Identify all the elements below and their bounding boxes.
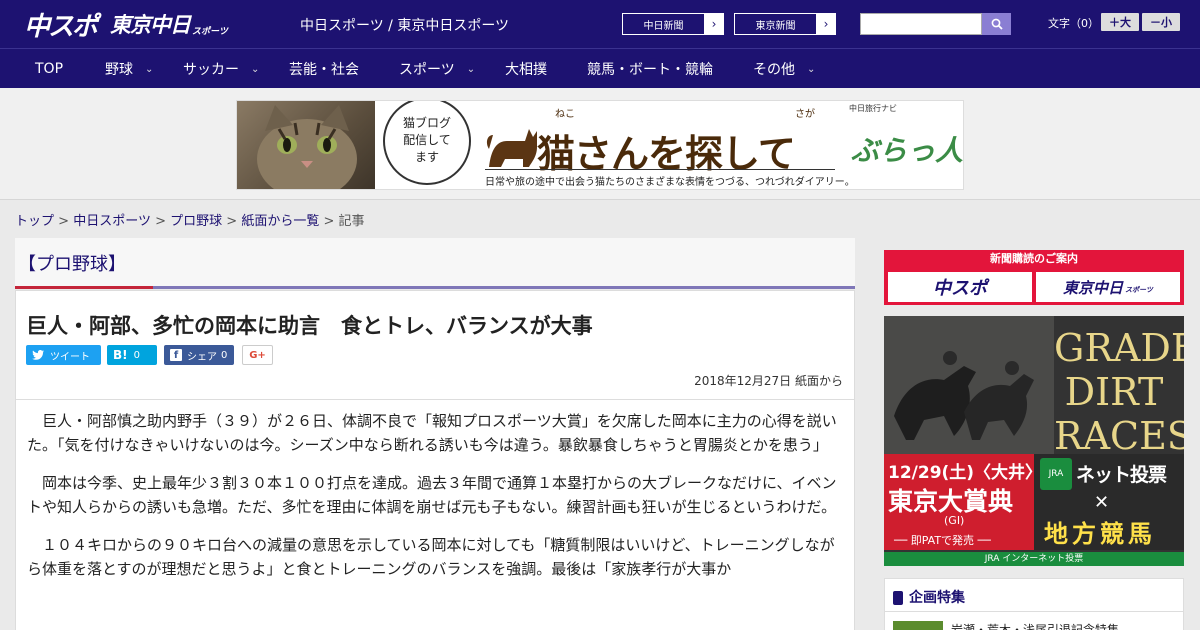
subscribe-tokyo-chunichi[interactable]: 東京中日 スポーツ <box>1036 272 1180 302</box>
nav-item-soccer[interactable]: サッカー ⌄ <box>183 49 259 89</box>
feature-heading: 企画特集 <box>893 587 965 607</box>
nav-item-entertainment[interactable]: 芸能・社会 <box>289 49 359 89</box>
hatena-bookmark-button[interactable]: B! 0 <box>107 345 157 365</box>
site-header: 中スポ 東京中日 スポーツ 中日スポーツ / 東京中日スポーツ 中日新聞 › 東… <box>0 0 1200 48</box>
chevron-down-icon: ⌄ <box>145 63 154 75</box>
tokyo-daishoten-panel: 12/29(土)〈大井〉 東京大賞典 (GI) ── 即PATで発売 ── <box>884 454 1042 550</box>
article: 巨人・阿部、多忙の岡本に助言 食とトレ、バランスが大事 ツイート B! 0 f … <box>15 290 855 630</box>
tweet-button[interactable]: ツイート <box>26 345 101 365</box>
banner-brand: ぶらっ人 <box>851 134 964 167</box>
subscription-banner[interactable]: 新聞購読のご案内 中スポ 東京中日 スポーツ <box>884 250 1184 305</box>
search-icon <box>991 18 1003 30</box>
font-size-decrease-button[interactable]: －小 <box>1142 13 1180 31</box>
breadcrumb-chunichi-sports[interactable]: 中日スポーツ <box>73 214 151 229</box>
cat-photo <box>237 101 375 189</box>
article-title: 巨人・阿部、多忙の岡本に助言 食とトレ、バランスが大事 <box>26 314 593 338</box>
cat-silhouette-icon <box>486 129 537 167</box>
cat-blog-banner-ad[interactable]: 猫ブログ 配信して ます ねこ さが 猫さんを探して 日常や旅の途中で出会う猫た… <box>236 100 964 190</box>
category-label: 【プロ野球】 <box>18 254 126 275</box>
banner-brand-small: 中日旅行ナビ <box>849 104 897 113</box>
chevron-down-icon: ⌄ <box>807 63 816 75</box>
facebook-share-button[interactable]: f シェア 0 <box>164 345 234 365</box>
cat-face-image <box>257 105 357 189</box>
jra-net-vote-footer: JRA インターネット投票 <box>884 552 1184 566</box>
subscribe-chunichi-sports[interactable]: 中スポ <box>888 272 1032 302</box>
logo-tokyo-chunichi: 東京中日 <box>110 13 191 37</box>
nav-item-sumo[interactable]: 大相撲 <box>505 49 547 89</box>
search-button[interactable] <box>982 13 1011 35</box>
feature-thumbnail[interactable] <box>893 621 943 630</box>
facebook-icon: f <box>170 349 182 361</box>
nav-item-top[interactable]: TOP <box>35 49 63 89</box>
breadcrumb-paper-list[interactable]: 紙面から一覧 <box>241 214 319 229</box>
article-paragraph: 岡本は今季、史上最年少３割３０本１００打点を達成。過去３年間で通算１本塁打からの… <box>27 474 837 516</box>
logo-chunichi-sports: 中スポ <box>24 11 98 42</box>
font-size-increase-button[interactable]: ＋大 <box>1101 13 1139 31</box>
subscription-heading: 新聞購読のご案内 <box>990 252 1078 265</box>
feature-section: 企画特集 岩瀬・荒木・浅尾引退記念特集 <box>884 578 1184 630</box>
arrow-right-icon: › <box>817 14 835 34</box>
arrow-right-icon: › <box>705 14 723 34</box>
ruby-neko: ねこ <box>555 109 575 120</box>
banner-subtitle: 日常や旅の途中で出会う猫たちのさまざまな表情をつづる、つれづれダイアリー。 <box>485 177 855 188</box>
feature-divider <box>885 611 1183 612</box>
site-logo[interactable]: 中スポ 東京中日 スポーツ <box>24 6 228 42</box>
jra-logo: JRA <box>1040 458 1072 490</box>
nav-item-racing[interactable]: 競馬・ボート・競輪 <box>587 49 713 89</box>
search-input[interactable] <box>860 13 982 35</box>
article-paragraph: １０４キロからの９０キロ台への減量の意思を示している岡本に対しても「糖質制限はい… <box>27 536 835 578</box>
twitter-icon <box>32 350 44 360</box>
article-paragraph: 巨人・阿部慎之助内野手（３９）が２６日、体調不良で「報知プロスポーツ大賞」を欠席… <box>27 412 837 454</box>
cross-icon: ✕ <box>1094 492 1110 513</box>
article-date: 2018年12月27日 紙面から <box>694 374 843 388</box>
cat-blog-bubble: 猫ブログ 配信して ます <box>383 101 471 185</box>
chunichi-shimbun-link[interactable]: 中日新聞 › <box>622 13 724 35</box>
breadcrumb-current: 記事 <box>338 214 365 229</box>
feature-link[interactable]: 岩瀬・荒木・浅尾引退記念特集 <box>951 621 1119 630</box>
net-vote-panel: JRA ネット投票 ✕ 地方競馬 <box>1034 454 1184 550</box>
hatena-icon: B! <box>113 348 128 362</box>
logo-sports-small: スポーツ <box>192 26 228 37</box>
search-form <box>860 13 1011 35</box>
graded-dirt-races-title: GRADED DIRT RACES <box>1054 326 1184 458</box>
category-heading: 【プロ野球】 <box>15 238 855 289</box>
nav-item-baseball[interactable]: 野球 ⌄ <box>105 49 153 89</box>
chevron-down-icon: ⌄ <box>466 63 476 75</box>
ruby-saga: さが <box>795 109 815 120</box>
jra-race-ad[interactable]: GRADED DIRT RACES 12/29(土)〈大井〉 東京大賞典 (GI… <box>884 316 1184 566</box>
category-underline-accent <box>15 286 153 289</box>
category-underline <box>153 286 855 289</box>
breadcrumb: トップ > 中日スポーツ > プロ野球 > 紙面から一覧 > 記事 <box>15 214 365 229</box>
article-divider <box>16 399 854 400</box>
chevron-down-icon: ⌄ <box>251 63 260 75</box>
tokyo-shimbun-link[interactable]: 東京新聞 › <box>734 13 836 35</box>
nav-item-sports[interactable]: スポーツ ⌄ <box>399 49 475 89</box>
article-body: 巨人・阿部慎之助内野手（３９）が２６日、体調不良で「報知プロスポーツ大賞」を欠席… <box>27 409 845 595</box>
banner-divider <box>485 169 835 170</box>
nav-item-others[interactable]: その他 ⌄ <box>753 49 815 89</box>
google-plus-icon: G+ <box>249 349 266 361</box>
google-plus-button[interactable]: G+ <box>242 345 273 365</box>
breadcrumb-top[interactable]: トップ <box>15 214 54 229</box>
font-size-label: 文字（0） <box>1048 17 1099 30</box>
breadcrumb-pro-baseball[interactable]: プロ野球 <box>170 214 222 229</box>
ribbon-icon <box>893 591 903 605</box>
site-title: 中日スポーツ / 東京中日スポーツ <box>300 18 510 34</box>
main-nav: TOP 野球 ⌄ サッカー ⌄ 芸能・社会 スポーツ ⌄ 大相撲 競馬・ボート・競輪 … <box>0 48 1200 88</box>
horse-race-image <box>884 316 1054 454</box>
